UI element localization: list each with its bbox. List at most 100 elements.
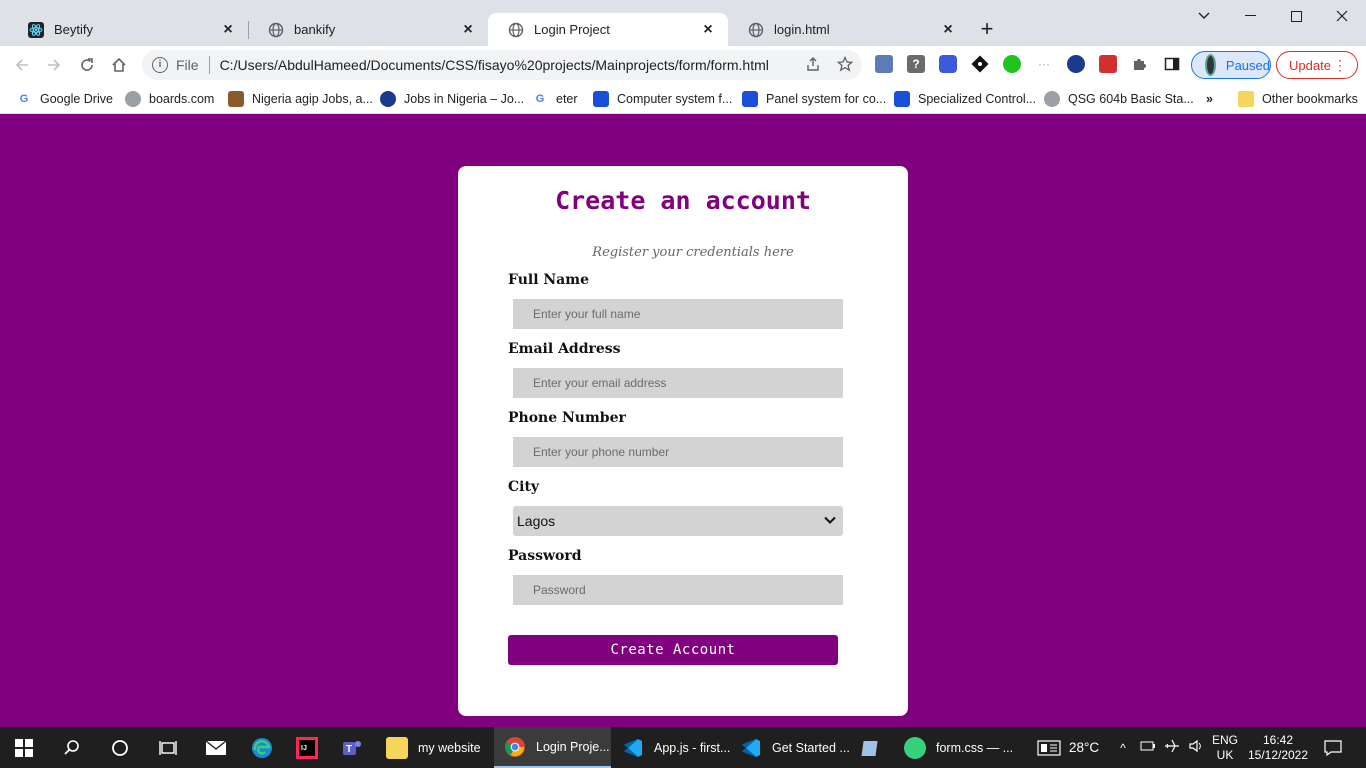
form-subtitle: Register your credentials here	[592, 245, 794, 260]
svg-text:IJ: IJ	[301, 745, 307, 752]
side-panel-icon[interactable]	[1163, 55, 1181, 73]
globe-icon	[125, 91, 141, 107]
weather-widget[interactable]: 28°C	[1037, 727, 1099, 768]
phone-input[interactable]	[513, 437, 843, 467]
tab-beytify[interactable]: Beytify ×	[8, 13, 248, 46]
forward-arrow-icon[interactable]	[40, 52, 68, 78]
taskbar-app-vscode-appjs[interactable]: App.js - first...	[612, 727, 731, 768]
taskbar-app-my-website[interactable]: my website	[376, 727, 493, 768]
svg-text:T: T	[346, 744, 352, 755]
email-input[interactable]	[513, 368, 843, 398]
city-select[interactable]: Lagos	[513, 506, 843, 536]
kebab-menu-icon[interactable]: ⋮	[1333, 58, 1347, 72]
bookmark-specialized-control[interactable]: Specialized Control...	[894, 89, 1036, 109]
maximize-icon[interactable]	[1273, 2, 1319, 30]
notepad-icon[interactable]	[858, 735, 884, 761]
doc-icon	[742, 91, 758, 107]
reload-icon[interactable]	[73, 52, 101, 78]
taskbar-app-atom[interactable]: form.css — ...	[894, 727, 1019, 768]
google-icon: G	[19, 93, 29, 105]
tab-login-project[interactable]: Login Project ×	[488, 13, 728, 46]
password-input[interactable]	[513, 575, 843, 605]
taskbar-app-chrome[interactable]: Login Proje...	[494, 727, 611, 768]
tab-search-chevron-icon[interactable]	[1181, 2, 1227, 30]
vscode-icon	[740, 737, 762, 759]
tab-title: bankify	[294, 22, 336, 37]
update-button[interactable]: Update ⋮	[1276, 51, 1358, 79]
share-icon[interactable]	[804, 56, 822, 74]
language-bottom: UK	[1216, 747, 1234, 762]
clock-time: 16:42	[1262, 732, 1294, 747]
other-bookmarks[interactable]: Other bookmarks	[1238, 89, 1358, 109]
bookmark-jobs-nigeria[interactable]: Jobs in Nigeria – Jo...	[380, 89, 524, 109]
update-label: Update	[1289, 57, 1331, 73]
extension-dots-icon[interactable]: ···	[1035, 55, 1053, 73]
tab-title: Beytify	[54, 22, 94, 37]
extension-app-icon[interactable]	[875, 55, 893, 73]
mail-icon[interactable]	[203, 735, 229, 761]
tray-chevron-up-icon[interactable]: ^	[1116, 741, 1130, 755]
full-name-input[interactable]	[513, 299, 843, 329]
tab-title: Login Project	[534, 22, 610, 37]
cortana-icon[interactable]	[107, 735, 133, 761]
tab-login-html[interactable]: login.html ×	[728, 13, 968, 46]
back-arrow-icon[interactable]	[8, 52, 36, 78]
chrome-icon	[504, 736, 526, 758]
taskbar-app-vscode-getstarted[interactable]: Get Started ...	[730, 727, 850, 768]
extension-help-icon[interactable]: ?	[907, 55, 925, 73]
bookmark-nigeria-agip[interactable]: Nigeria agip Jobs, a...	[228, 89, 373, 109]
extension-git-icon[interactable]	[971, 55, 989, 73]
close-icon[interactable]: ×	[220, 21, 236, 38]
info-icon[interactable]: i	[152, 57, 168, 73]
bookmark-star-icon[interactable]	[836, 55, 854, 74]
edge-icon[interactable]	[249, 735, 275, 761]
new-tab-button[interactable]: +	[973, 17, 1001, 43]
bookmark-label: Computer system f...	[617, 92, 733, 106]
windows-start-icon[interactable]	[11, 735, 37, 761]
teams-icon[interactable]: T	[339, 735, 365, 761]
battery-icon[interactable]	[1140, 740, 1156, 755]
taskbar-app-label: my website	[418, 740, 481, 755]
globe-icon	[1044, 91, 1060, 107]
tab-bankify[interactable]: bankify ×	[248, 13, 488, 46]
bookmark-computer-system[interactable]: Computer system f...	[593, 89, 732, 109]
page-background: Create an account Register your credenti…	[0, 115, 1366, 727]
intellij-icon[interactable]: IJ	[294, 735, 320, 761]
taskbar-app-label: Get Started ...	[772, 740, 850, 755]
address-bar[interactable]: i File C:/Users/AbdulHameed/Documents/CS…	[142, 50, 862, 80]
close-icon[interactable]: ×	[940, 21, 956, 38]
vscode-icon	[622, 737, 644, 759]
taskbar-app-label: Login Proje...	[536, 739, 610, 754]
notifications-icon[interactable]	[1324, 727, 1342, 768]
create-account-button[interactable]: Create Account	[508, 635, 838, 665]
taskbar-app-label: App.js - first...	[654, 740, 731, 755]
task-view-icon[interactable]	[155, 735, 181, 761]
extensions-puzzle-icon[interactable]	[1131, 55, 1149, 73]
minimize-icon[interactable]	[1227, 2, 1273, 30]
airplane-icon[interactable]	[1164, 738, 1180, 757]
extension-swirl-icon[interactable]	[1067, 55, 1085, 73]
volume-icon[interactable]	[1188, 738, 1204, 757]
url-text[interactable]: C:/Users/AbdulHameed/Documents/CSS/fisay…	[220, 57, 769, 73]
extension-power-icon[interactable]	[1003, 55, 1021, 73]
system-tray: ^	[1116, 727, 1204, 768]
close-icon[interactable]: ×	[460, 21, 476, 38]
bookmark-qsg[interactable]: QSG 604b Basic Sta...	[1044, 89, 1194, 109]
bookmark-label: eter	[556, 92, 578, 106]
clock[interactable]: 16:42 15/12/2022	[1248, 727, 1308, 768]
profile-paused-button[interactable]: Paused	[1191, 51, 1271, 79]
bookmark-eter[interactable]: G eter	[532, 89, 578, 109]
window-close-icon[interactable]	[1319, 2, 1365, 30]
language-indicator[interactable]: ENG UK	[1212, 727, 1238, 768]
extension-link-icon[interactable]	[939, 55, 957, 73]
home-icon[interactable]	[105, 52, 133, 78]
bookmark-google-drive[interactable]: G Google Drive	[16, 89, 113, 109]
extension-red-icon[interactable]	[1099, 55, 1117, 73]
search-icon[interactable]	[59, 735, 85, 761]
city-selected-value: Lagos	[517, 513, 556, 529]
bookmarks-overflow-button[interactable]: »	[1206, 89, 1213, 109]
close-icon[interactable]: ×	[700, 21, 716, 38]
bookmark-panel-system[interactable]: Panel system for co...	[742, 89, 886, 109]
weather-temp: 28°C	[1069, 740, 1100, 755]
bookmark-boards[interactable]: boards.com	[125, 89, 214, 109]
